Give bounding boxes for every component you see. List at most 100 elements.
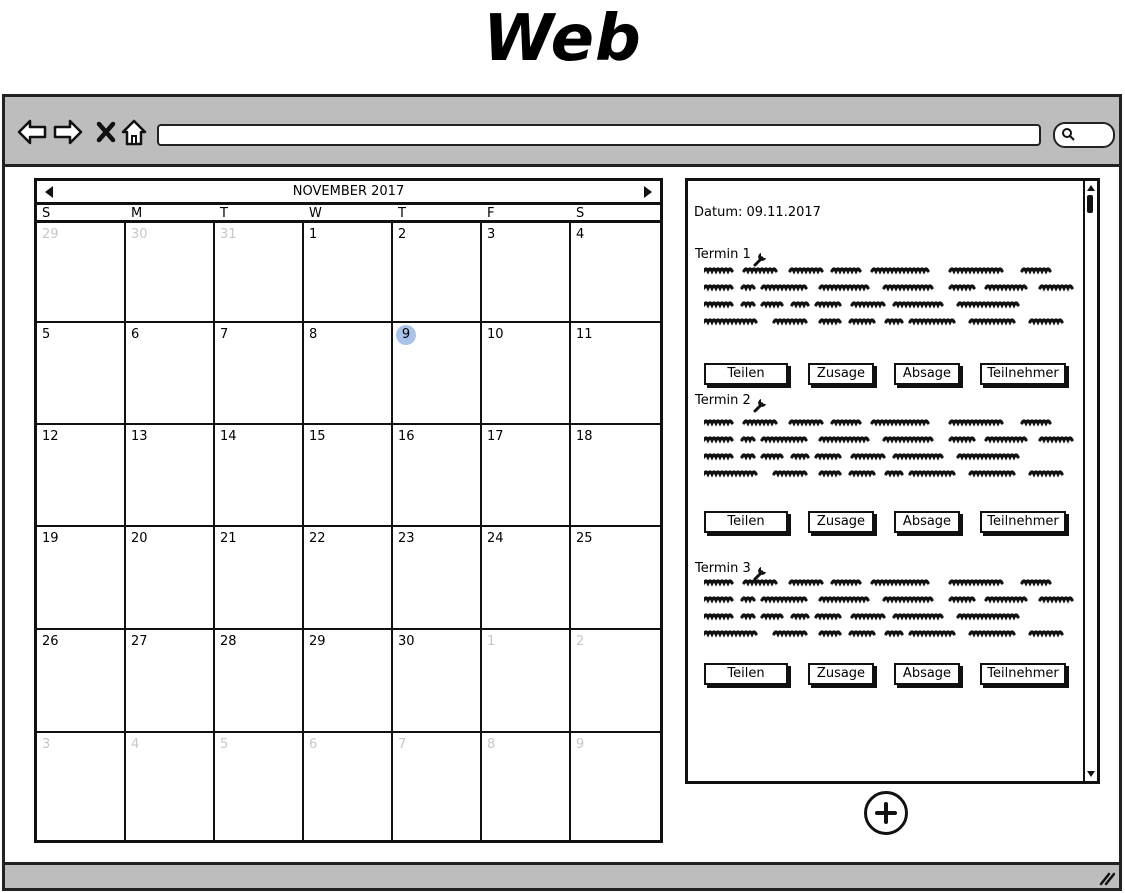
day-number: 26 (42, 634, 59, 649)
weekday-label: W (309, 206, 322, 221)
participants-button[interactable]: Teilnehmer (980, 511, 1066, 533)
resize-grip-icon[interactable] (1097, 870, 1115, 886)
calendar-day[interactable]: 24 (482, 527, 571, 630)
calendar-day[interactable]: 28 (215, 630, 304, 733)
arrow-left-icon[interactable] (17, 117, 47, 147)
calendar-header: NOVEMBER 2017 (37, 181, 660, 205)
home-icon[interactable] (119, 117, 149, 147)
day-number: 14 (220, 429, 237, 444)
appointment-title: Termin 3 (695, 561, 751, 576)
accept-button[interactable]: Zusage (808, 511, 874, 533)
calendar-day[interactable]: 29 (37, 223, 126, 323)
next-month-icon[interactable] (642, 185, 654, 199)
calendar-day[interactable]: 2 (393, 223, 482, 323)
search-box[interactable] (1053, 122, 1115, 148)
wrench-icon[interactable] (752, 395, 770, 417)
calendar-day[interactable]: 29 (304, 630, 393, 733)
day-number: 27 (131, 634, 148, 649)
weekday-label: S (42, 206, 51, 221)
day-number: 31 (220, 227, 237, 242)
day-number: 20 (131, 531, 148, 546)
calendar-day[interactable]: 17 (482, 425, 571, 527)
accept-button[interactable]: Zusage (808, 363, 874, 385)
calendar-day[interactable]: 23 (393, 527, 482, 630)
search-icon (1062, 128, 1075, 141)
day-number: 11 (576, 327, 593, 342)
calendar-day[interactable]: 8 (482, 733, 571, 840)
calendar-day[interactable]: 26 (37, 630, 126, 733)
scrollbar[interactable] (1083, 181, 1097, 781)
appointment-description (702, 579, 1076, 655)
calendar-day[interactable]: 13 (126, 425, 215, 527)
accept-button[interactable]: Zusage (808, 663, 874, 685)
day-number: 8 (309, 327, 318, 342)
scroll-thumb[interactable] (1087, 195, 1093, 213)
calendar-day[interactable]: 22 (304, 527, 393, 630)
share-button[interactable]: Teilen (704, 363, 788, 385)
appointments-panel: Datum: 09.11.2017 Termin 1 Teilen Zusage Ab… (685, 178, 1100, 784)
decline-button[interactable]: Absage (894, 363, 960, 385)
participants-button[interactable]: Teilnehmer (980, 363, 1066, 385)
calendar: NOVEMBER 2017 SMTWTFS 29 30 31 1 2 3 4 5 6 7 8 9 10 1… (34, 178, 663, 843)
calendar-day[interactable]: 5 (37, 323, 126, 425)
calendar-day[interactable]: 14 (215, 425, 304, 527)
calendar-day[interactable]: 30 (393, 630, 482, 733)
calendar-day[interactable]: 15 (304, 425, 393, 527)
calendar-day[interactable]: 6 (304, 733, 393, 840)
day-number: 16 (398, 429, 415, 444)
address-bar[interactable] (157, 124, 1041, 146)
decline-button[interactable]: Absage (894, 511, 960, 533)
calendar-day[interactable]: 31 (215, 223, 304, 323)
weekday-row: SMTWTFS (37, 205, 660, 223)
calendar-day[interactable]: 20 (126, 527, 215, 630)
calendar-day[interactable]: 11 (571, 323, 660, 425)
calendar-day[interactable]: 12 (37, 425, 126, 527)
calendar-day[interactable]: 7 (215, 323, 304, 425)
day-number: 17 (487, 429, 504, 444)
calendar-day[interactable]: 8 (304, 323, 393, 425)
calendar-day[interactable]: 1 (482, 630, 571, 733)
calendar-day[interactable]: 9 (571, 733, 660, 840)
decline-button[interactable]: Absage (894, 663, 960, 685)
calendar-day[interactable]: 30 (126, 223, 215, 323)
calendar-day[interactable]: 4 (126, 733, 215, 840)
day-number: 3 (42, 737, 51, 752)
calendar-day[interactable]: 21 (215, 527, 304, 630)
page-title: Web (483, 2, 642, 76)
calendar-day[interactable]: 1 (304, 223, 393, 323)
calendar-day-selected[interactable]: 9 (393, 323, 482, 425)
day-number: 29 (309, 634, 326, 649)
calendar-day[interactable]: 10 (482, 323, 571, 425)
day-number: 13 (131, 429, 148, 444)
share-button[interactable]: Teilen (704, 511, 788, 533)
calendar-day[interactable]: 5 (215, 733, 304, 840)
day-number: 1 (309, 227, 318, 242)
calendar-day[interactable]: 19 (37, 527, 126, 630)
calendar-day[interactable]: 7 (393, 733, 482, 840)
calendar-day[interactable]: 3 (37, 733, 126, 840)
day-number: 2 (398, 227, 407, 242)
scroll-down-icon[interactable] (1086, 769, 1096, 779)
calendar-day[interactable]: 3 (482, 223, 571, 323)
share-button[interactable]: Teilen (704, 663, 788, 685)
calendar-day[interactable]: 2 (571, 630, 660, 733)
calendar-day[interactable]: 18 (571, 425, 660, 527)
day-number: 7 (398, 737, 407, 752)
participants-button[interactable]: Teilnehmer (980, 663, 1066, 685)
day-number: 4 (576, 227, 585, 242)
add-appointment-button[interactable] (864, 791, 908, 835)
prev-month-icon[interactable] (43, 185, 55, 199)
calendar-day[interactable]: 4 (571, 223, 660, 323)
calendar-day[interactable]: 25 (571, 527, 660, 630)
calendar-day[interactable]: 27 (126, 630, 215, 733)
status-bar (5, 862, 1119, 888)
calendar-day[interactable]: 16 (393, 425, 482, 527)
appointment-title: Termin 2 (695, 393, 751, 408)
appointment-title: Termin 1 (695, 247, 751, 262)
close-icon[interactable] (91, 117, 121, 147)
arrow-right-icon[interactable] (53, 117, 83, 147)
day-number: 29 (42, 227, 59, 242)
calendar-day[interactable]: 6 (126, 323, 215, 425)
day-number: 2 (576, 634, 585, 649)
scroll-up-icon[interactable] (1086, 183, 1096, 193)
